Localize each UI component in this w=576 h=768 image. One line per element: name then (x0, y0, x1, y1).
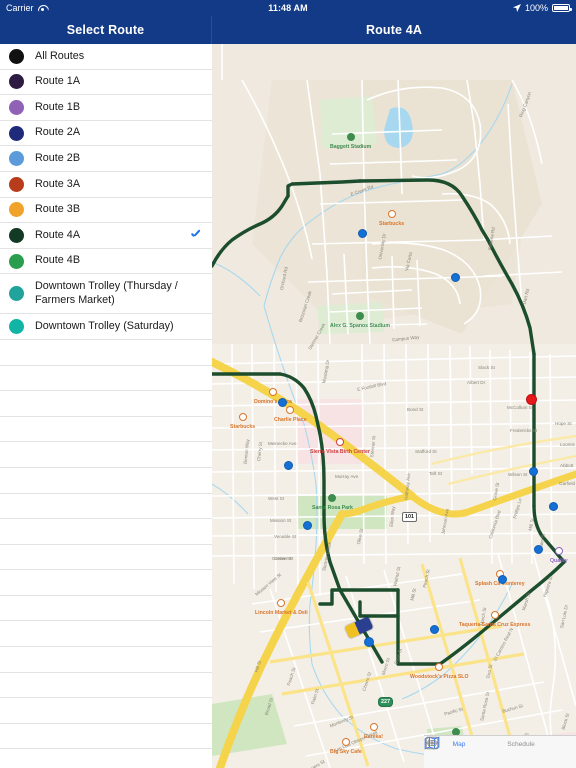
route-list-item-label: Downtown Trolley (Saturday) (35, 319, 174, 332)
route-list-item[interactable]: Downtown Trolley (Thursday / Farmers Mar… (0, 274, 212, 315)
list-item-placeholder (0, 570, 212, 596)
list-item-placeholder (0, 698, 212, 724)
bus-stop-marker[interactable] (284, 461, 293, 470)
route-list-item[interactable]: All Routes (0, 44, 212, 70)
route-color-dot (9, 48, 24, 64)
list-item-placeholder (0, 365, 212, 392)
route-list-item-label: Route 1B (35, 100, 81, 113)
app-root: Carrier 11:48 AM 100% Select Route Route… (0, 0, 576, 768)
list-item-placeholder (0, 723, 212, 750)
route-list-item-label: Route 1A (35, 75, 81, 88)
route-list-item[interactable]: Route 3A (0, 171, 212, 198)
bus-stop-marker[interactable] (358, 229, 367, 238)
highway-shield-101: 101 (402, 512, 417, 522)
bus-stop-marker[interactable] (364, 637, 374, 647)
list-item-placeholder (0, 391, 212, 417)
route-list-item[interactable]: Route 4A (0, 223, 212, 249)
list-item-placeholder (0, 493, 212, 520)
tab-schedule[interactable]: Schedule (425, 736, 552, 750)
route-color-dot (9, 99, 24, 115)
bus-stop-marker[interactable] (549, 502, 558, 511)
list-item-placeholder (0, 595, 212, 622)
tab-label: Schedule (507, 741, 535, 748)
sidebar-navbar: Select Route (0, 16, 212, 44)
route-list-item-label: Route 4A (35, 228, 81, 241)
route-color-dot (9, 319, 24, 335)
page-title-select-route: Select Route (66, 23, 145, 37)
route-list-item-label: Downtown Trolley (Thursday / Farmers Mar… (35, 280, 178, 306)
route-color-dot (9, 176, 24, 192)
bus-stop-marker[interactable] (498, 575, 507, 584)
bus-stop-marker[interactable] (303, 521, 312, 530)
list-item-placeholder (0, 749, 212, 768)
route-list-item[interactable]: Route 4B (0, 248, 212, 275)
map-canvas (212, 44, 576, 768)
route-terminus-marker[interactable] (526, 394, 537, 405)
tab-more[interactable]: More (426, 736, 576, 749)
route-shield-227: 227 (378, 697, 393, 707)
route-list-item[interactable]: Route 1B (0, 95, 212, 121)
bus-stop-marker[interactable] (451, 273, 460, 282)
route-color-dot (9, 253, 24, 269)
map-view[interactable]: E Creek Rd Orchard Rd Brizzolari Creek Sten… (212, 44, 576, 768)
route-list-item[interactable]: Route 2B (0, 146, 212, 172)
list-item-placeholder (0, 339, 212, 366)
route-list-item[interactable]: Route 1A (0, 69, 212, 96)
route-color-dot (9, 286, 24, 302)
route-list-item[interactable]: Downtown Trolley (Saturday) (0, 314, 212, 340)
status-bar-time: 11:48 AM (268, 3, 308, 13)
route-list-item[interactable]: Route 2A (0, 120, 212, 147)
bus-stop-marker[interactable] (534, 545, 543, 554)
list-item-placeholder (0, 467, 212, 494)
bus-stop-marker[interactable] (529, 467, 538, 476)
location-arrow-icon (512, 4, 521, 12)
tab-bar[interactable]: Map ScheduleMore (424, 735, 576, 768)
list-item-placeholder (0, 647, 212, 673)
status-bar: Carrier 11:48 AM 100% (0, 0, 576, 16)
route-color-dot (9, 74, 24, 90)
map-navbar: Route 4A (212, 16, 576, 44)
status-bar-right: 100% (512, 0, 572, 16)
route-list-item-label: Route 2A (35, 126, 81, 139)
route-list-item-label: All Routes (35, 49, 85, 62)
bus-stop-marker[interactable] (278, 398, 287, 407)
list-item-placeholder (0, 442, 212, 468)
battery-percent-label: 100% (524, 3, 548, 13)
list-item-placeholder (0, 544, 212, 571)
route-color-dot (9, 125, 24, 141)
list-item-placeholder (0, 672, 212, 699)
route-color-dot (9, 151, 24, 167)
route-color-dot (9, 202, 24, 218)
route-list-sidebar[interactable]: All Routes Route 1A Route 1B Route 2A Route … (0, 44, 212, 768)
list-item-placeholder (0, 621, 212, 648)
route-list-item-label: Route 4B (35, 254, 81, 267)
tab-label: Map (452, 741, 466, 748)
route-list-item-label: Route 2B (35, 151, 81, 164)
list-item-placeholder (0, 519, 212, 545)
page-title-route: Route 4A (365, 23, 423, 37)
checkmark-icon (190, 229, 202, 241)
bus-stop-marker[interactable] (430, 625, 439, 634)
list-item-placeholder (0, 416, 212, 443)
route-list-item-label: Route 3B (35, 203, 81, 216)
route-list-item-label: Route 3A (35, 177, 81, 190)
route-list-item[interactable]: Route 3B (0, 197, 212, 224)
battery-full-icon (552, 4, 572, 12)
route-color-dot (9, 227, 24, 243)
